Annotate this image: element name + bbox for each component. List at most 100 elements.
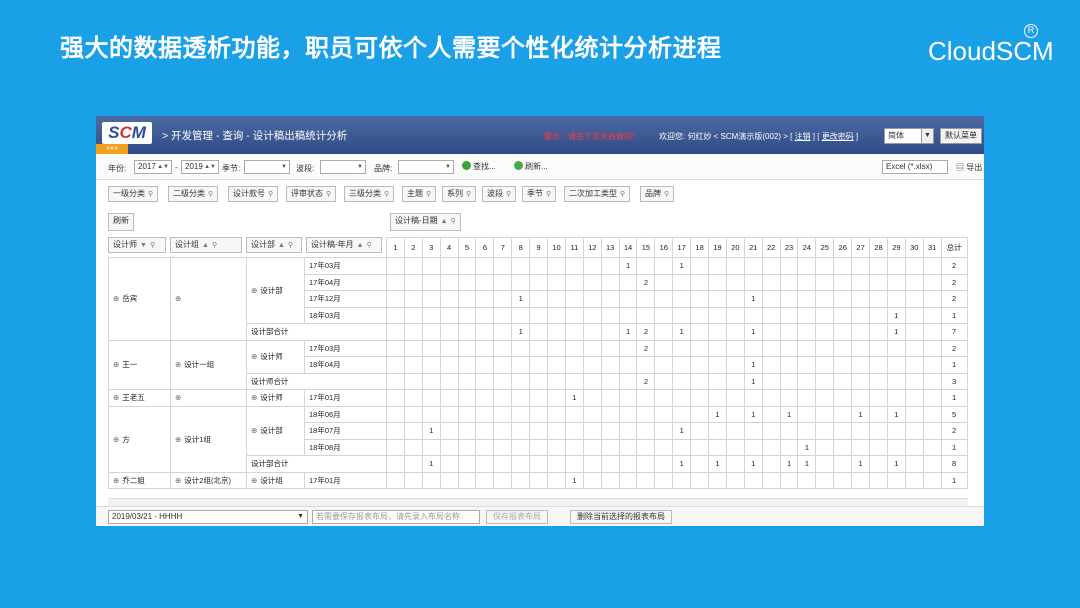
day-cell	[403, 306, 423, 324]
dept-cell[interactable]: 设计师	[246, 339, 305, 374]
day-cell	[421, 290, 441, 308]
day-cell: 2	[636, 372, 656, 390]
day-cell	[886, 273, 906, 291]
day-cell	[511, 389, 531, 407]
day-cell	[851, 257, 871, 275]
layout-select[interactable]: 2019/03/21 - HHHH ▼	[108, 510, 308, 524]
day-cell	[493, 290, 513, 308]
day-cell	[475, 405, 495, 423]
day-cell	[600, 290, 620, 308]
layout-name-input[interactable]: 若需要保存报表布局，请先录入布局名称	[312, 510, 480, 524]
brand-select[interactable]: ▼	[398, 160, 454, 174]
group-cell[interactable]: 设计2组(北京)	[170, 471, 247, 489]
day-cell	[457, 290, 477, 308]
save-layout-button[interactable]: 保存报表布局	[486, 510, 548, 524]
chip-processing-type[interactable]: 二次加工类型 ⚲	[564, 186, 631, 202]
day-cell: 1	[743, 356, 763, 374]
column-field-chip[interactable]: 设计稿-日期 ▲ ⚲	[390, 213, 461, 231]
total-cell: 8	[940, 455, 968, 473]
day-cell	[904, 405, 924, 423]
day-cell	[743, 339, 763, 357]
day-cell	[922, 389, 942, 407]
chip-theme[interactable]: 主题 ⚲	[402, 186, 437, 202]
search-button[interactable]: 查找...	[462, 160, 496, 174]
day-cell	[403, 290, 423, 308]
day-cell	[636, 471, 656, 489]
chip-series[interactable]: 系列 ⚲	[442, 186, 477, 202]
season-select[interactable]: ▼	[244, 160, 290, 174]
day-cell	[922, 438, 942, 456]
group-cell[interactable]: 设计一组	[170, 339, 247, 390]
day-cell	[761, 471, 781, 489]
chip-category1[interactable]: 一级分类 ⚲	[108, 186, 159, 202]
chip-review-status[interactable]: 评审状态 ⚲	[286, 186, 337, 202]
dept-cell[interactable]: 设计师	[246, 389, 305, 407]
day-cell	[851, 471, 871, 489]
horizontal-scrollbar[interactable]	[108, 498, 968, 506]
dept-cell[interactable]: 设计组	[246, 471, 305, 489]
year-from-input[interactable]: 2017 ▲▼	[134, 160, 172, 174]
group-cell[interactable]	[170, 389, 247, 407]
chip-category3[interactable]: 三级分类 ⚲	[344, 186, 395, 202]
expand-menu-button[interactable]: »»»	[96, 144, 128, 154]
day-cell	[833, 455, 853, 473]
dept-cell[interactable]: 设计部	[246, 257, 305, 324]
day-cell	[869, 372, 888, 390]
designer-cell[interactable]: 岳宾	[108, 257, 171, 341]
designer-cell[interactable]: 王老五	[108, 389, 171, 407]
logout-link[interactable]: 注销	[795, 132, 811, 141]
wave-select[interactable]: ▼	[320, 160, 366, 174]
day-header: 9	[529, 237, 549, 258]
export-button[interactable]: ▤ 导出	[956, 162, 982, 173]
change-password-link[interactable]: 更改密码	[822, 132, 854, 141]
designer-cell[interactable]: 王一	[108, 339, 171, 390]
filter-bar: 年份: 2017 ▲▼ - 2019 ▲▼ 季节: ▼ 波段: ▼ 品牌: ▼ 查找…	[96, 154, 984, 180]
day-cell	[582, 389, 602, 407]
group-cell[interactable]: 设计1组	[170, 405, 247, 473]
day-cell	[493, 257, 513, 275]
day-cell	[421, 405, 441, 423]
day-cell	[475, 356, 495, 374]
day-cell	[475, 389, 495, 407]
delete-layout-button[interactable]: 删除当前选择的报表布局	[570, 510, 672, 524]
group-cell[interactable]	[170, 257, 247, 341]
export-format-select[interactable]: Excel (*.xlsx)	[882, 160, 948, 174]
day-cell	[708, 306, 727, 324]
day-cell	[457, 306, 477, 324]
day-cell	[493, 422, 513, 440]
chip-brand[interactable]: 品牌 ⚲	[640, 186, 675, 202]
designer-cell[interactable]: 乔二姐	[108, 471, 171, 489]
day-cell	[725, 438, 745, 456]
day-cell	[886, 372, 906, 390]
day-cell	[886, 356, 906, 374]
day-cell	[922, 455, 942, 473]
day-cell	[529, 257, 549, 275]
day-cell	[743, 273, 763, 291]
day-cell	[439, 306, 459, 324]
day-cell	[618, 306, 638, 324]
year-to-input[interactable]: 2019 ▲▼	[181, 160, 219, 174]
day-cell	[851, 339, 871, 357]
chip-category2[interactable]: 二级分类 ⚲	[168, 186, 219, 202]
chip-season[interactable]: 季节 ⚲	[522, 186, 557, 202]
day-cell	[922, 323, 942, 341]
dept-cell[interactable]: 设计部	[246, 405, 305, 456]
default-menu-button[interactable]: 默认菜单	[940, 128, 982, 144]
refresh-grid-button[interactable]: 刷新	[108, 213, 134, 231]
day-cell	[690, 422, 710, 440]
chip-wave[interactable]: 波段 ⚲	[482, 186, 517, 202]
day-cell	[654, 438, 674, 456]
day-cell: 2	[636, 339, 656, 357]
spinner-icon: ▲▼	[157, 164, 169, 170]
refresh-button[interactable]: 刷新...	[514, 160, 548, 174]
day-cell	[529, 273, 549, 291]
day-cell	[690, 290, 710, 308]
language-select[interactable]: 简体 ▼	[884, 128, 934, 144]
day-cell	[904, 372, 924, 390]
day-cell	[386, 455, 405, 473]
day-cell	[815, 422, 835, 440]
designer-cell[interactable]: 方	[108, 405, 171, 473]
day-cell	[690, 339, 710, 357]
day-cell	[761, 339, 781, 357]
chip-style-no[interactable]: 设计款号 ⚲	[228, 186, 279, 202]
